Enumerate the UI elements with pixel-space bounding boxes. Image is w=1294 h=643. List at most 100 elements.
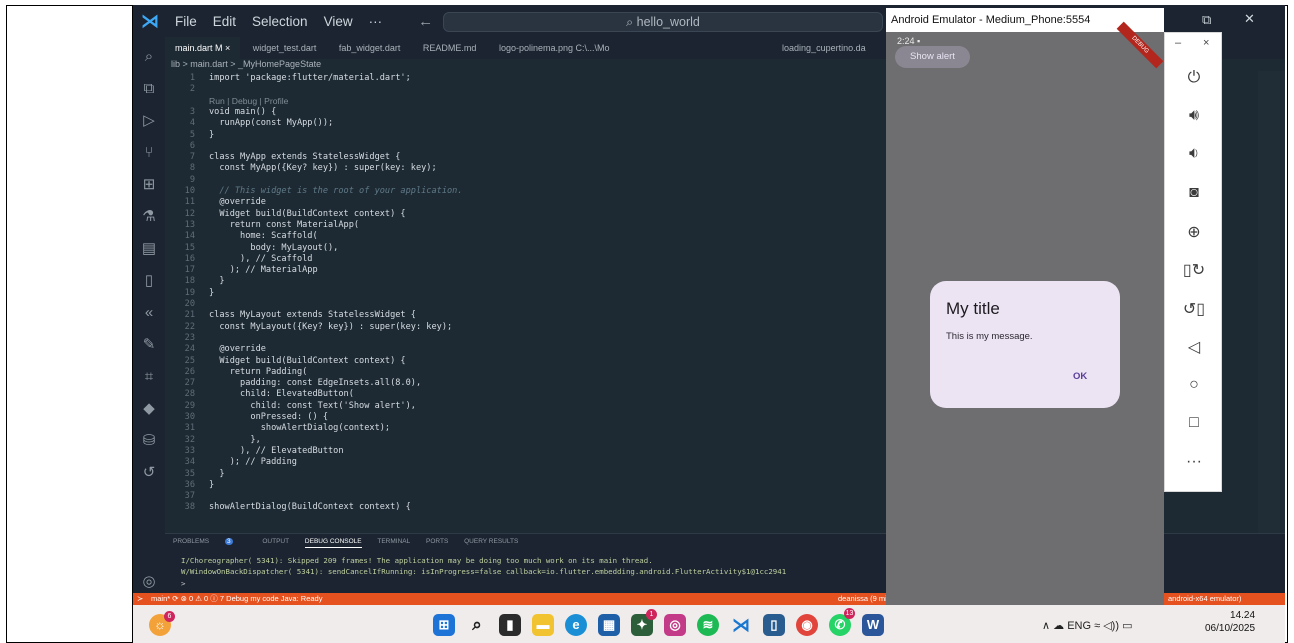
tab-main-dart[interactable]: main.dart M ×: [165, 37, 241, 59]
zoom-icon[interactable]: ⊕: [1165, 222, 1223, 242]
language-indicator[interactable]: ENG: [1067, 620, 1091, 632]
line-number: 1: [189, 73, 195, 83]
system-tray[interactable]: ∧ ☁ ENG ≈ ◁)) ▭: [1042, 619, 1132, 632]
overview-icon[interactable]: □: [1165, 414, 1223, 432]
ok-button[interactable]: OK: [1069, 368, 1091, 385]
clock[interactable]: 14.24 06/10/2025: [1205, 609, 1255, 635]
volume-icon[interactable]: ◁)): [1103, 620, 1119, 632]
code-line: },: [209, 434, 261, 445]
line-number: 24: [184, 344, 195, 355]
line-number: 26: [184, 366, 195, 377]
code-line: child: const Text('Show alert'),: [209, 400, 416, 411]
store-icon[interactable]: ▦: [598, 614, 620, 636]
rotate-right-icon[interactable]: ↺▯: [1165, 299, 1223, 319]
console-line: W/WindowOnBackDispatcher( 5341): sendCan…: [181, 567, 787, 576]
emulator-taskbar-icon[interactable]: ▯: [763, 614, 785, 636]
line-number: 6: [189, 140, 195, 151]
vscode-taskbar-icon[interactable]: ⋊: [730, 614, 752, 636]
close-icon[interactable]: ✕: [1244, 11, 1255, 27]
whatsapp-badge: 13: [844, 608, 855, 619]
menu-selection[interactable]: Selection: [244, 14, 316, 29]
console-prompt[interactable]: >: [181, 579, 185, 588]
pen-icon[interactable]: ✎: [139, 335, 159, 355]
tab-fab-widget[interactable]: fab_widget.dart: [329, 37, 411, 59]
inspect-icon[interactable]: ⌗: [139, 367, 159, 387]
tab-logo-png[interactable]: logo-polinema.png C:\...\Mo: [489, 37, 620, 59]
bookmark-icon[interactable]: ▯: [139, 271, 159, 291]
line-number: 3: [189, 106, 195, 117]
search-icon[interactable]: ⌕: [466, 614, 488, 636]
edge-icon[interactable]: e: [565, 614, 587, 636]
line-number: 7: [189, 152, 195, 163]
tab-loading-cupertino[interactable]: loading_cupertino.da: [772, 37, 876, 59]
volume-down-icon[interactable]: 🔉︎: [1165, 145, 1223, 163]
menu-file[interactable]: File: [167, 14, 205, 29]
close-icon[interactable]: ×: [1203, 37, 1209, 49]
code-line: @override: [209, 197, 266, 208]
menu-more[interactable]: ···: [361, 14, 391, 29]
power-icon[interactable]: ⏻: [1165, 69, 1223, 87]
restore-icon[interactable]: ⧉: [1202, 12, 1211, 28]
run-debug-icon[interactable]: ▷: [139, 111, 159, 131]
line-number: 23: [184, 332, 195, 343]
notification-icon: ▪: [917, 36, 921, 46]
code-line: showAlertDialog(BuildContext context) {: [209, 502, 411, 513]
tab-output[interactable]: OUTPUT: [262, 538, 289, 545]
explorer-icon[interactable]: ⧉: [139, 79, 159, 99]
minimize-icon[interactable]: –: [1175, 37, 1181, 49]
status-device[interactable]: android-x64 emulator): [1168, 593, 1241, 605]
command-search-input[interactable]: ⌕ hello_world: [443, 12, 883, 32]
file-explorer-icon[interactable]: ▬: [532, 614, 554, 636]
database-icon[interactable]: ⛁: [139, 431, 159, 451]
rotate-left-icon[interactable]: ▯↻: [1165, 260, 1223, 280]
chevron-up-icon[interactable]: ∧: [1042, 620, 1050, 632]
more-icon[interactable]: ···: [1165, 453, 1223, 471]
word-icon[interactable]: W: [862, 614, 884, 636]
flutter-icon[interactable]: «: [139, 303, 159, 323]
history-icon[interactable]: ↺: [139, 463, 159, 483]
remote-icon[interactable]: ≻: [137, 593, 143, 605]
remote-explorer-icon[interactable]: ▤: [139, 239, 159, 259]
spotify-icon[interactable]: ≋: [697, 614, 719, 636]
cloud-icon[interactable]: ☁: [1053, 620, 1064, 632]
code-line: home: Scaffold(: [209, 231, 318, 242]
home-icon[interactable]: ○: [1165, 376, 1223, 394]
search-icon[interactable]: ⌕: [139, 47, 159, 67]
line-number: 38: [184, 502, 195, 513]
tab-terminal[interactable]: TERMINAL: [377, 538, 410, 545]
python-icon[interactable]: ◆: [139, 399, 159, 419]
codelens-links[interactable]: Run | Debug | Profile: [209, 96, 288, 106]
extensions-icon[interactable]: ⊞: [139, 175, 159, 195]
line-number: 9: [189, 174, 195, 185]
code-line: Widget build(BuildContext context) {: [209, 208, 406, 219]
testing-icon[interactable]: ⚗: [139, 207, 159, 227]
wifi-icon[interactable]: ≈: [1094, 620, 1100, 632]
code-editor[interactable]: 1 import 'package:flutter/material.dart';…: [165, 71, 887, 533]
code-line: ); // Padding: [209, 457, 297, 468]
minimap[interactable]: [1258, 71, 1285, 533]
instagram-icon[interactable]: ◎: [664, 614, 686, 636]
chrome-icon[interactable]: ◉: [796, 614, 818, 636]
menu-edit[interactable]: Edit: [205, 14, 244, 29]
account-icon[interactable]: ◎: [139, 572, 159, 592]
search-icon: ⌕: [626, 15, 637, 29]
camera-icon[interactable]: ◙: [1165, 184, 1223, 202]
tab-readme[interactable]: README.md: [413, 37, 487, 59]
show-alert-button[interactable]: Show alert: [895, 46, 970, 68]
task-view-icon[interactable]: ▮: [499, 614, 521, 636]
source-control-icon[interactable]: ⑂: [139, 143, 159, 163]
volume-up-icon[interactable]: 🔊︎: [1165, 107, 1223, 125]
start-icon[interactable]: ⊞: [433, 614, 455, 636]
breadcrumb[interactable]: lib > main.dart > _MyHomePageState: [171, 59, 321, 69]
menu-view[interactable]: View: [316, 14, 361, 29]
battery-icon[interactable]: ▭: [1122, 620, 1132, 632]
tab-widget-test[interactable]: widget_test.dart: [243, 37, 327, 59]
tab-query-results[interactable]: QUERY RESULTS: [464, 538, 518, 545]
tab-problems[interactable]: PROBLEMS 3: [173, 538, 247, 545]
tab-ports[interactable]: PORTS: [426, 538, 448, 545]
back-icon[interactable]: ◁: [1165, 337, 1223, 357]
status-left[interactable]: main* ⟳ ⊗ 0 ⚠ 0 ⓘ 7 Debug my code Java: …: [151, 593, 322, 605]
window-controls: ⧉ ✕: [1164, 8, 1284, 32]
line-number: 16: [184, 253, 195, 264]
tab-debug-console[interactable]: DEBUG CONSOLE: [304, 538, 362, 548]
